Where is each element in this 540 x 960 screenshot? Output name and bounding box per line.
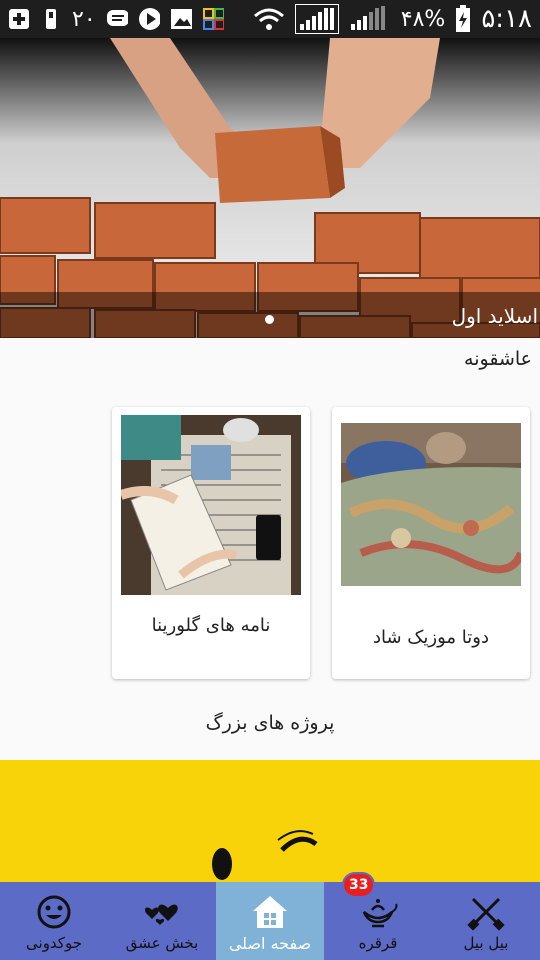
signal-sim2-icon [349, 6, 391, 30]
bottom-navigation: جوکدونی بخش عشق صفحه اصلی 33 قرقره بیل ب… [0, 872, 540, 960]
message-icon [106, 8, 128, 30]
card-image-writing [121, 415, 301, 595]
nav-label: جوکدونی [26, 934, 82, 952]
usb-icon [40, 8, 62, 30]
clock: ۵:۱۸ [481, 4, 532, 34]
nav-label: قرقره [358, 934, 398, 952]
home-icon [250, 892, 290, 932]
app-grid-icon [202, 8, 224, 30]
nav-label: بیل بیل [463, 934, 509, 952]
notification-badge: 33 [342, 872, 376, 898]
slide-indicator-dot[interactable] [265, 315, 274, 324]
status-left: ۲۰ [8, 7, 224, 32]
card-image-sleeping [341, 423, 521, 586]
card-title: دوتا موزیک شاد [373, 627, 489, 648]
image-slider[interactable]: اسلاید اول [0, 38, 540, 338]
image-icon [170, 8, 192, 30]
battery-charging-icon [455, 5, 471, 32]
card-glorina-letters[interactable]: نامه های گلورینا [112, 407, 310, 679]
card-happy-music[interactable]: دوتا موزیک شاد [332, 407, 530, 679]
nav-item-jokes[interactable]: جوکدونی [0, 882, 108, 960]
status-bar: ۲۰ ۴۸% ۵:۱۸ [0, 0, 540, 38]
play-icon [138, 8, 160, 30]
lamp-icon [358, 892, 398, 932]
banner-image [212, 830, 318, 880]
nav-label: صفحه اصلی [228, 934, 312, 953]
smiley-icon [34, 892, 74, 932]
hearts-icon [142, 892, 182, 932]
big-projects-banner[interactable] [0, 760, 540, 890]
nav-item-love[interactable]: بخش عشق [108, 882, 216, 960]
slide-caption: اسلاید اول [451, 304, 538, 328]
section-title-big-projects: پروژه های بزرگ [205, 712, 335, 734]
shovels-icon [466, 892, 506, 932]
wifi-icon [253, 8, 285, 30]
nav-label: بخش عشق [125, 934, 199, 952]
signal-sim1-icon [294, 4, 339, 34]
add-notification-icon [8, 8, 30, 30]
nav-item-shovels[interactable]: بیل بیل [432, 882, 540, 960]
notification-count: ۲۰ [72, 6, 96, 32]
section-title-romantic: عاشقونه [464, 348, 532, 370]
nav-item-gargling[interactable]: 33 قرقره [324, 872, 432, 960]
status-right: ۴۸% ۵:۱۸ [253, 4, 532, 34]
battery-percent: ۴۸% [400, 6, 446, 32]
nav-item-home[interactable]: صفحه اصلی [216, 882, 324, 960]
card-title: نامه های گلورینا [151, 615, 271, 636]
